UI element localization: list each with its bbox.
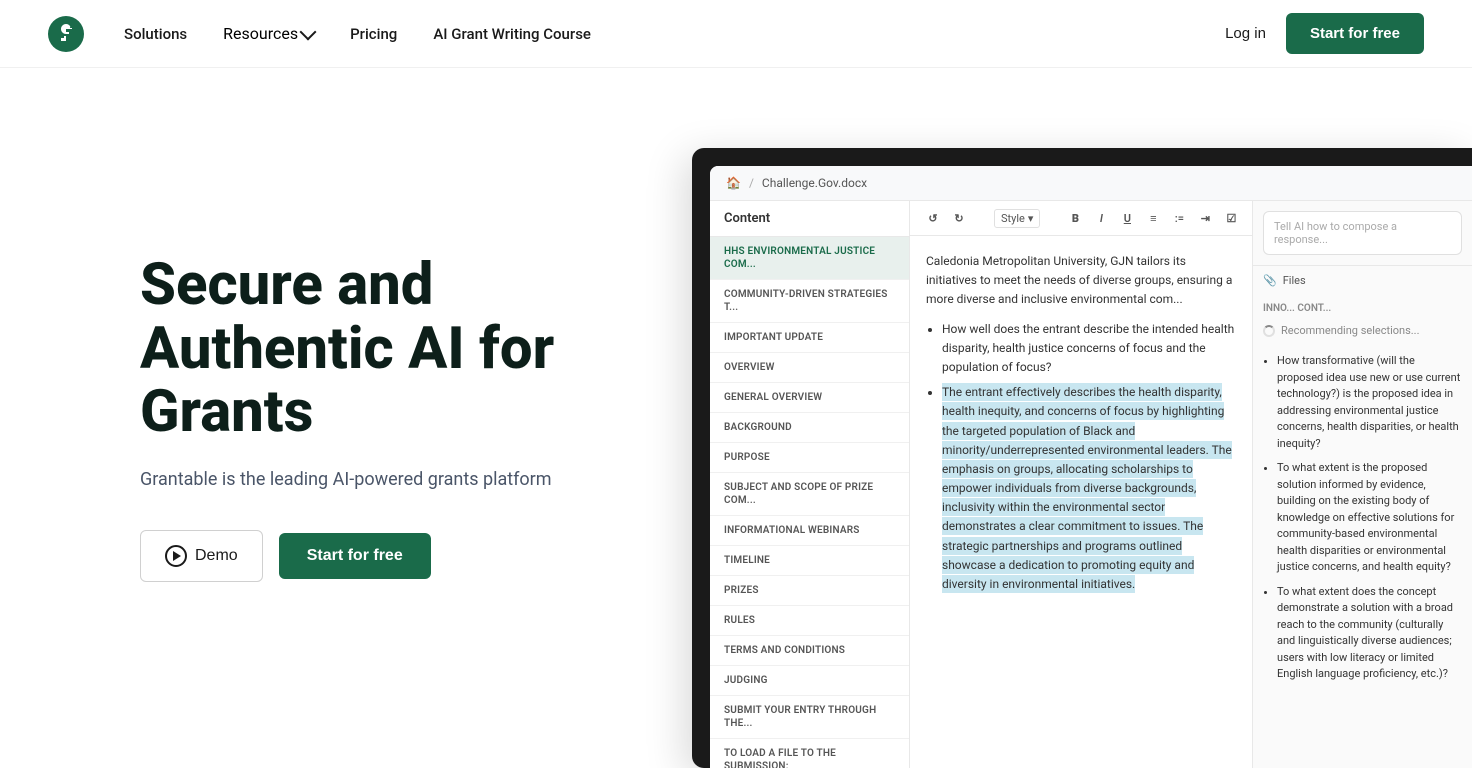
content-sidebar-header: Content [710,201,909,237]
content-item[interactable]: BACKGROUND [710,413,909,443]
nav-resources[interactable]: Resources [223,24,314,43]
redo-button[interactable]: ↻ [948,207,970,229]
main-nav: Solutions Resources Pricing AI Grant Wri… [124,24,1225,43]
ai-input-placeholder[interactable]: Tell AI how to compose a response... [1263,211,1462,255]
hero-text: Secure and Authentic AI for Grants Grant… [140,254,660,582]
italic-button[interactable]: I [1090,207,1112,229]
hero-subtitle: Grantable is the leading AI-powered gran… [140,469,660,490]
bold-button[interactable]: B [1064,207,1086,229]
hero-title: Secure and Authentic AI for Grants [140,254,660,445]
content-item[interactable]: TERMS AND CONDITIONS [710,636,909,666]
login-button[interactable]: Log in [1225,25,1266,42]
editor-paragraph-1: Caledonia Metropolitan University, GJN t… [926,252,1236,310]
editor-list-item-1: How well does the entrant describe the i… [942,320,1236,378]
content-item[interactable]: TO LOAD A FILE TO THE SUBMISSION: [710,739,909,768]
ai-suggestions: How transformative (will the proposed id… [1253,343,1472,768]
ai-input-area: Tell AI how to compose a response... [1253,201,1472,266]
editor-content: Caledonia Metropolitan University, GJN t… [910,236,1252,768]
header-actions: Log in Start for free [1225,13,1424,54]
ai-bullets-list: How transformative (will the proposed id… [1277,353,1462,683]
style-dropdown[interactable]: Style ▾ [994,209,1040,228]
mockup-inner: 🏠 / Challenge.Gov.docx Content HHS ENVIR… [710,166,1472,768]
editor-toolbar: ↺ ↻ Style ▾ B I U ≡ [910,201,1252,236]
play-icon [165,545,187,567]
content-items-list: HHS ENVIRONMENTAL JUSTICE COM...COMMUNIT… [710,237,909,768]
bullet-list-button[interactable]: ≡ [1142,207,1164,229]
content-item[interactable]: OVERVIEW [710,353,909,383]
start-hero-button[interactable]: Start for free [279,533,431,579]
inno-section: Inno... cont... [1253,295,1472,318]
content-item[interactable]: HHS ENVIRONMENTAL JUSTICE COM... [710,237,909,280]
start-for-free-button[interactable]: Start for free [1286,13,1424,54]
mockup-body: Content HHS ENVIRONMENTAL JUSTICE COM...… [710,201,1472,768]
undo-button[interactable]: ↺ [922,207,944,229]
hero-buttons: Demo Start for free [140,530,660,582]
content-item[interactable]: SUBJECT AND SCOPE OF PRIZE COM... [710,473,909,516]
content-item[interactable]: RULES [710,606,909,636]
ai-panel: Tell AI how to compose a response... 📎 F… [1252,201,1472,768]
editor-list: How well does the entrant describe the i… [942,320,1236,595]
hero-section: Secure and Authentic AI for Grants Grant… [0,68,1472,768]
indent-button[interactable]: ⇥ [1194,207,1216,229]
checkbox-button[interactable]: ☑ [1220,207,1242,229]
content-item[interactable]: JUDGING [710,666,909,696]
breadcrumb-file: Challenge.Gov.docx [762,176,867,190]
loading-spinner [1263,325,1275,337]
nav-solutions[interactable]: Solutions [124,25,187,43]
underline-button[interactable]: U [1116,207,1138,229]
home-icon: 🏠 [726,176,741,190]
ai-bullet-item: To what extent does the concept demonstr… [1277,584,1462,683]
content-item[interactable]: PURPOSE [710,443,909,473]
nav-ai-course[interactable]: AI Grant Writing Course [433,25,591,43]
editor-highlighted-text: The entrant effectively describes the he… [942,383,1232,593]
content-item[interactable]: GENERAL OVERVIEW [710,383,909,413]
app-mockup: 🏠 / Challenge.Gov.docx Content HHS ENVIR… [692,148,1472,768]
content-item[interactable]: SUBMIT YOUR ENTRY THROUGH THE... [710,696,909,739]
chevron-down-icon [300,24,317,41]
ordered-list-button[interactable]: := [1168,207,1190,229]
content-item[interactable]: INFORMATIONAL WEBINARS [710,516,909,546]
mockup-breadcrumb: 🏠 / Challenge.Gov.docx [710,166,1472,201]
logo[interactable] [48,16,84,52]
header: Solutions Resources Pricing AI Grant Wri… [0,0,1472,68]
ai-files-row: 📎 Files [1253,266,1472,295]
demo-button[interactable]: Demo [140,530,263,582]
content-item[interactable]: TIMELINE [710,546,909,576]
files-icon: 📎 [1263,274,1277,287]
nav-pricing[interactable]: Pricing [350,25,397,43]
content-item[interactable]: IMPORTANT UPDATE [710,323,909,353]
editor-main: ↺ ↻ Style ▾ B I U ≡ [910,201,1252,768]
ai-bullet-item: To what extent is the proposed solution … [1277,460,1462,576]
ai-recommending: Recommending selections... [1253,318,1472,343]
content-item[interactable]: PRIZES [710,576,909,606]
content-item[interactable]: COMMUNITY-DRIVEN STRATEGIES T... [710,280,909,323]
content-sidebar: Content HHS ENVIRONMENTAL JUSTICE COM...… [710,201,910,768]
ai-bullet-item: How transformative (will the proposed id… [1277,353,1462,452]
